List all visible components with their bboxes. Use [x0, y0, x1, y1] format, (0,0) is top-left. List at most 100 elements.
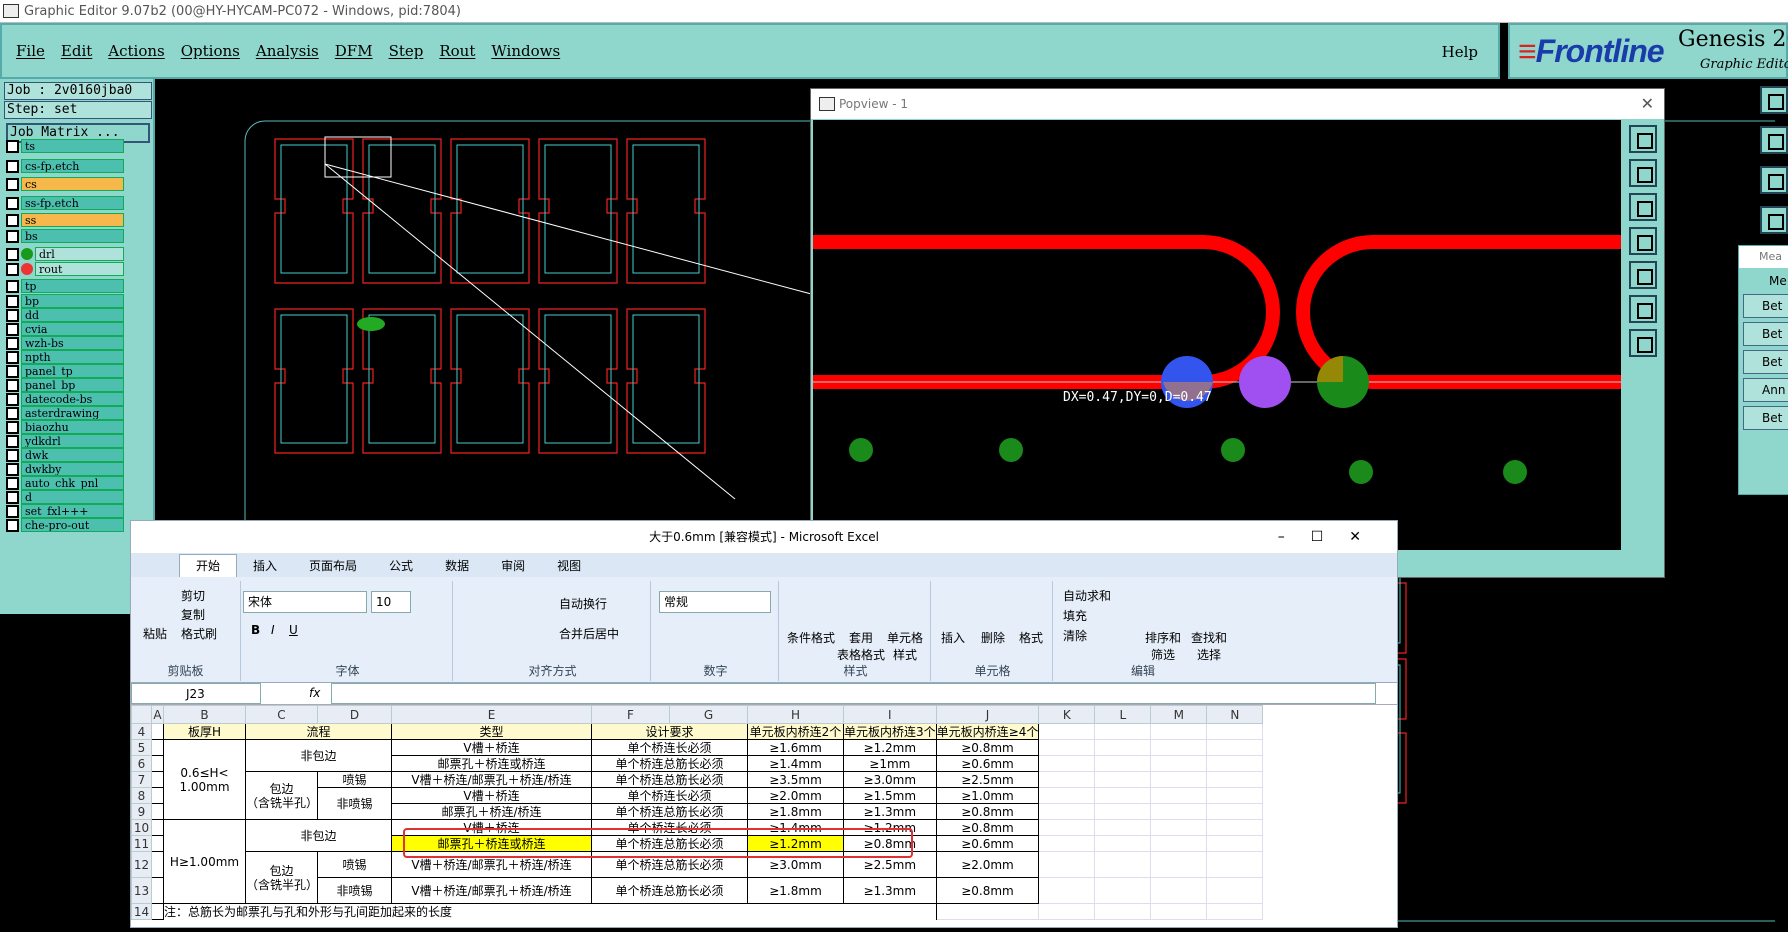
layer-row[interactable]: ss-fp.etch — [6, 196, 124, 210]
cell[interactable]: ≥1.2mm — [843, 739, 937, 756]
row-number[interactable]: 11 — [131, 835, 152, 852]
column-header[interactable]: A — [151, 705, 164, 724]
measure-option-2[interactable]: Bet — [1743, 322, 1788, 346]
layer-checkbox[interactable] — [6, 504, 19, 518]
measure-option-4[interactable]: Ann — [1743, 378, 1788, 402]
cell[interactable]: ≥1.8mm — [747, 803, 844, 820]
layer-checkbox[interactable] — [6, 336, 19, 350]
menu-actions[interactable]: Actions — [108, 42, 164, 60]
cell[interactable]: 单个桥连总筋长必须 — [591, 771, 748, 788]
menu-edit[interactable]: Edit — [61, 42, 92, 60]
cell[interactable]: V槽＋桥连/邮票孔＋桥连/桥连 — [391, 771, 592, 788]
layer-checkbox[interactable] — [6, 139, 19, 153]
format-painter-button[interactable]: 格式刷 — [181, 625, 217, 642]
column-header[interactable]: B — [163, 705, 246, 724]
layer-row[interactable]: npth — [6, 350, 124, 364]
cell[interactable]: ≥1.4mm — [747, 755, 844, 772]
cell[interactable]: ≥2.0mm — [747, 787, 844, 804]
popview-tool-2[interactable] — [1629, 159, 1657, 187]
layer-row[interactable]: bp — [6, 294, 124, 308]
fill-button[interactable]: 填充 — [1063, 607, 1087, 624]
cell[interactable]: ≥3.0mm — [843, 771, 937, 788]
layer-row[interactable]: rout — [6, 262, 124, 276]
cell[interactable]: ≥2.0mm — [935, 851, 1040, 878]
layer-row[interactable]: panel_tp — [6, 364, 124, 378]
column-header[interactable]: N — [1206, 705, 1264, 724]
layer-row[interactable]: biaozhu — [6, 420, 124, 434]
popview-tool-4[interactable] — [1629, 227, 1657, 255]
menu-help[interactable]: Help — [1442, 43, 1478, 61]
layer-row[interactable]: ydkdrl — [6, 434, 124, 448]
layer-checkbox[interactable] — [6, 420, 19, 434]
layer-row[interactable]: datecode-bs — [6, 392, 124, 406]
layer-checkbox[interactable] — [6, 279, 19, 293]
cell[interactable]: ≥0.6mm — [935, 835, 1040, 852]
layer-checkbox[interactable] — [6, 294, 19, 308]
layer-checkbox[interactable] — [6, 196, 19, 210]
cell[interactable]: 邮票孔＋桥连或桥连 — [391, 755, 592, 772]
cell[interactable]: V槽＋桥连 — [391, 787, 592, 804]
layer-row[interactable]: cvia — [6, 322, 124, 336]
cell[interactable]: V槽＋桥连 — [391, 739, 592, 756]
right-tool-4[interactable] — [1760, 206, 1788, 234]
layer-checkbox[interactable] — [6, 434, 19, 448]
layer-checkbox[interactable] — [6, 462, 19, 476]
layer-checkbox[interactable] — [6, 448, 19, 462]
row-number[interactable]: 6 — [131, 755, 152, 772]
layer-checkbox[interactable] — [6, 308, 19, 322]
cell[interactable]: 单元板内桥连2个 — [747, 723, 844, 740]
layer-row[interactable]: set_fxl+++ — [6, 504, 124, 518]
menu-step[interactable]: Step — [389, 42, 424, 60]
cell[interactable]: 单个桥连总筋长必须 — [591, 803, 748, 820]
tab-view[interactable]: 视图 — [541, 555, 597, 577]
cell[interactable]: ≥2.5mm — [935, 771, 1040, 788]
cell[interactable]: 流程 — [245, 723, 392, 740]
cell[interactable]: 设计要求 — [591, 723, 748, 740]
layer-row[interactable]: d — [6, 490, 124, 504]
clear-button[interactable]: 清除 — [1063, 627, 1087, 644]
popview-tool-1[interactable] — [1629, 125, 1657, 153]
row-number[interactable]: 14 — [131, 903, 152, 920]
cell[interactable]: 单个桥连总筋长必须 — [591, 755, 748, 772]
popview-tool-7[interactable] — [1629, 329, 1657, 357]
cell[interactable]: 邮票孔＋桥连/桥连 — [391, 803, 592, 820]
column-header[interactable]: M — [1150, 705, 1208, 724]
font-size-select[interactable]: 10 — [371, 591, 411, 613]
layer-row[interactable]: asterdrawing — [6, 406, 124, 420]
measure-option-5[interactable]: Bet — [1743, 406, 1788, 430]
layer-row[interactable]: dwk — [6, 448, 124, 462]
cell[interactable]: 喷锡 — [317, 851, 392, 878]
cell[interactable]: 0.6≤H< 1.00mm — [163, 739, 246, 820]
tab-home[interactable]: 开始 — [179, 554, 238, 577]
menu-analysis[interactable]: Analysis — [256, 42, 319, 60]
layer-checkbox[interactable] — [6, 229, 19, 243]
column-header[interactable]: E — [391, 705, 592, 724]
font-name-select[interactable]: 宋体 — [243, 591, 367, 613]
column-header[interactable]: G — [669, 705, 748, 724]
cell[interactable]: ≥1mm — [843, 755, 937, 772]
autosum-button[interactable]: 自动求和 — [1063, 587, 1111, 604]
popview-tool-3[interactable] — [1629, 193, 1657, 221]
layer-row[interactable]: cs-fp.etch — [6, 159, 124, 173]
find-select-button[interactable]: 查找和 选择 — [1191, 629, 1227, 663]
layer-row[interactable]: tp — [6, 279, 124, 293]
layer-checkbox[interactable] — [6, 247, 19, 261]
tab-data[interactable]: 数据 — [429, 555, 485, 577]
column-header[interactable]: F — [591, 705, 670, 724]
cell[interactable]: 喷锡 — [317, 771, 392, 788]
corner-cell[interactable] — [131, 705, 152, 724]
right-tool-2[interactable] — [1760, 126, 1788, 154]
cell[interactable]: ≥0.8mm — [935, 739, 1040, 756]
column-header[interactable]: J — [935, 705, 1040, 724]
cell[interactable]: ≥3.5mm — [747, 771, 844, 788]
cell[interactable]: 板厚H — [163, 723, 246, 740]
cell[interactable]: 单个桥连总筋长必须 — [591, 877, 748, 904]
layer-checkbox[interactable] — [6, 378, 19, 392]
underline-button[interactable]: U — [289, 623, 298, 637]
column-header[interactable]: I — [843, 705, 937, 724]
bold-button[interactable]: B — [251, 623, 260, 637]
column-header[interactable]: D — [317, 705, 392, 724]
italic-button[interactable]: I — [271, 623, 275, 637]
layer-row[interactable]: panel_bp — [6, 378, 124, 392]
row-number[interactable]: 8 — [131, 787, 152, 804]
